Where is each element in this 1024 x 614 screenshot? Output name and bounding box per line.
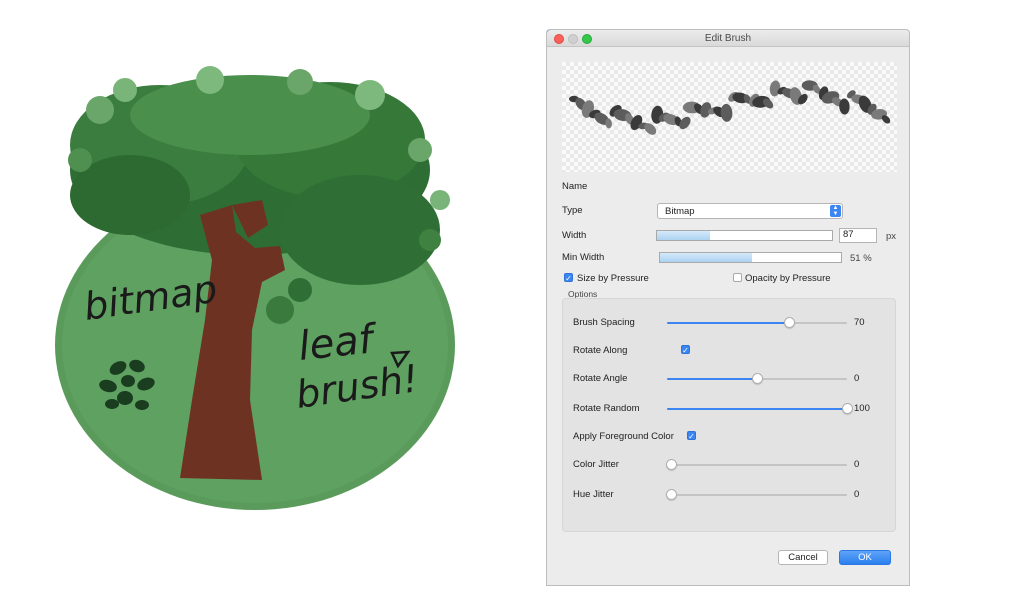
rotate-random-value: 100 [854,403,870,414]
brush-stroke-preview [562,62,897,172]
tree-drawing: bitmap leaf brush! [55,66,455,510]
rotate-along-checkbox[interactable]: ✓ [681,345,690,355]
apply-foreground-color-checkbox[interactable]: ✓ [687,431,696,441]
rotate-random-slider-fill [667,408,847,410]
hue-jitter-value: 0 [854,489,860,500]
min-width-bar-fill [660,253,753,262]
width-label: Width [562,230,587,241]
brush-spacing-slider[interactable] [667,317,847,328]
edit-brush-dialog: Edit Brush Name Type Bitmap ▲▼ Width 87 … [546,29,910,586]
apply-foreground-color-label: Apply Foreground Color [573,431,674,442]
min-width-bar[interactable] [659,252,842,263]
rotate-random-slider-knob[interactable] [842,403,853,414]
rotate-angle-label: Rotate Angle [573,373,628,384]
title-bar: Edit Brush [547,30,909,47]
window-title: Edit Brush [704,33,752,44]
width-bar-fill [657,231,710,240]
color-jitter-label: Color Jitter [573,459,619,470]
type-value: Bitmap [665,206,695,217]
color-jitter-slider[interactable] [666,459,847,470]
leaf-stroke-preview-icon [569,80,891,135]
width-value-field[interactable]: 87 [839,228,877,243]
rotate-along-label: Rotate Along [573,345,628,356]
rotate-random-slider[interactable] [667,403,853,414]
width-value: 87 [843,229,854,240]
rotate-angle-slider-fill [667,378,757,380]
chevron-up-down-icon: ▲ ▼ [830,205,841,217]
width-unit: px [886,231,897,242]
type-select[interactable]: Bitmap ▲ ▼ [657,203,843,219]
cancel-button[interactable]: Cancel [778,550,828,565]
options-group: Brush Spacing 70 Rotate Along ✓ Rotate A… [562,298,896,532]
hue-jitter-label: Hue Jitter [573,489,614,500]
brush-spacing-value: 70 [854,317,865,328]
name-label: Name [562,181,588,192]
opacity-by-pressure-label: Opacity by Pressure [745,273,831,284]
rotate-random-label: Rotate Random [573,403,640,414]
rotate-angle-slider[interactable] [667,373,847,384]
brush-spacing-label: Brush Spacing [573,317,635,328]
opacity-by-pressure-checkbox[interactable] [733,273,742,282]
brush-spacing-slider-fill [667,322,790,324]
hue-jitter-slider[interactable] [666,489,847,500]
min-width-label: Min Width [562,252,605,263]
rotate-angle-slider-knob[interactable] [752,373,763,384]
type-label: Type [562,205,583,216]
hue-jitter-slider-knob[interactable] [666,489,677,500]
color-jitter-value: 0 [854,459,860,470]
min-width-value: 51 % [850,253,872,264]
width-bar[interactable] [656,230,833,241]
size-by-pressure-label: Size by Pressure [577,273,649,284]
ok-button[interactable]: OK [839,550,891,565]
rotate-angle-value: 0 [854,373,860,384]
size-by-pressure-checkbox[interactable]: ✓ [564,273,573,283]
color-jitter-slider-knob[interactable] [666,459,677,470]
brush-spacing-slider-knob[interactable] [784,317,796,328]
